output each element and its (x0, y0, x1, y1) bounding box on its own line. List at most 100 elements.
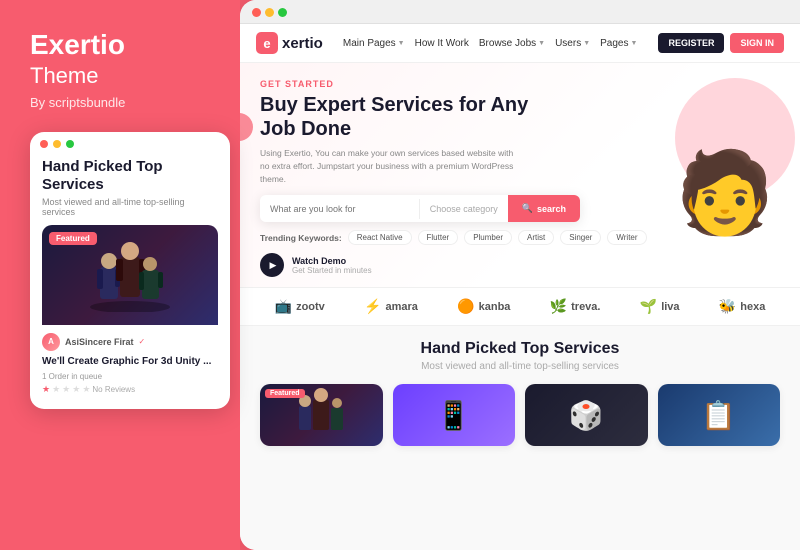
hero-person: 🧑 (660, 63, 790, 233)
cards-row: Featured 📱 (260, 384, 780, 446)
card-meta: 1 Order in queue (42, 372, 218, 381)
service-card-3[interactable]: 🎲 (525, 384, 648, 446)
person-figure: 🧑 (675, 153, 775, 233)
browser-dot-red (252, 8, 261, 17)
site-logo: e xertio (256, 32, 323, 54)
section-title: Hand Picked Top Services (260, 340, 780, 358)
seller-avatar: A (42, 333, 60, 351)
brand-title: Exertio Theme By scriptsbundle (30, 30, 220, 110)
trending-tag-artist[interactable]: Artist (518, 230, 554, 245)
mockup-card-info: A AsiSincere Firat ✓ We'll Create Graphi… (42, 325, 218, 399)
star-1: ★ (42, 384, 50, 395)
trending-tag-flutter[interactable]: Flutter (418, 230, 459, 245)
card-emoji-2: 📱 (436, 399, 471, 432)
card-image-4: 📋 (658, 384, 781, 446)
characters-svg (85, 237, 175, 312)
website-content: e xertio Main Pages ▼ How It Work Browse… (240, 24, 800, 550)
service-card-2[interactable]: 📱 (393, 384, 516, 446)
card-featured-badge-1: Featured (265, 389, 305, 398)
chevron-down-icon: ▼ (583, 40, 590, 47)
nav-link-how-it-work[interactable]: How It Work (415, 38, 469, 49)
nav-actions: REGISTER SIGN IN (658, 33, 784, 53)
hexa-icon: 🐝 (719, 298, 736, 315)
site-nav: e xertio Main Pages ▼ How It Work Browse… (240, 24, 800, 63)
card-image-2: 📱 (393, 384, 516, 446)
partner-treva: 🌿 treva. (550, 298, 601, 315)
hero-desc: Using Exertio, You can make your own ser… (260, 147, 520, 185)
hero-section: GET STARTED Buy Expert Services for Any … (240, 63, 800, 287)
category-selector[interactable]: Choose category (420, 196, 508, 222)
partner-zootv: 📺 zootv (275, 298, 325, 315)
verified-icon: ✓ (139, 337, 146, 346)
dot-yellow (53, 140, 61, 148)
mobile-mockup: Hand Picked Top Services Most viewed and… (30, 132, 230, 409)
partner-amara: ⚡ amara (364, 298, 418, 315)
chevron-down-icon: ▼ (398, 40, 405, 47)
watch-demo[interactable]: ▶ Watch Demo Get Started in minutes (260, 253, 780, 277)
trending-tag-writer[interactable]: Writer (607, 230, 646, 245)
logo-icon: e (256, 32, 278, 54)
watch-demo-text: Watch Demo Get Started in minutes (292, 256, 372, 275)
nav-link-main-pages[interactable]: Main Pages ▼ (343, 38, 405, 49)
amara-icon: ⚡ (364, 298, 381, 315)
nav-link-browse-jobs[interactable]: Browse Jobs ▼ (479, 38, 545, 49)
trending-tag-singer[interactable]: Singer (560, 230, 601, 245)
partner-hexa: 🐝 hexa (719, 298, 766, 315)
star-4: ★ (72, 384, 80, 395)
mockup-content: Hand Picked Top Services Most viewed and… (30, 152, 230, 409)
mockup-dots (30, 132, 230, 152)
trending-tag-plumber[interactable]: Plumber (464, 230, 512, 245)
mockup-card: Featured (42, 225, 218, 399)
seller-row: A AsiSincere Firat ✓ (42, 333, 218, 351)
seller-name: AsiSincere Firat (65, 337, 134, 347)
trending-label: Trending Keywords: (260, 233, 342, 243)
search-bar: Choose category 🔍 search (260, 195, 580, 222)
card-emoji-3: 🎲 (569, 399, 604, 432)
chevron-down-icon: ▼ (538, 40, 545, 47)
search-button[interactable]: 🔍 search (508, 195, 580, 222)
star-3: ★ (62, 384, 70, 395)
hero-title: Buy Expert Services for Any Job Done (260, 93, 540, 141)
star-5: ★ (82, 384, 90, 395)
left-panel: Exertio Theme By scriptsbundle Hand Pick… (0, 0, 240, 550)
play-icon: ▶ (270, 260, 277, 271)
nav-links: Main Pages ▼ How It Work Browse Jobs ▼ U… (343, 38, 647, 49)
trending-tag-react[interactable]: React Native (348, 230, 412, 245)
nav-link-users[interactable]: Users ▼ (555, 38, 590, 49)
partner-kanba: 🟠 kanba (457, 298, 510, 315)
reviews-text: No Reviews (92, 385, 135, 394)
browser-dot-yellow (265, 8, 274, 17)
dot-red (40, 140, 48, 148)
service-card-4[interactable]: 📋 (658, 384, 781, 446)
treva-icon: 🌿 (550, 298, 567, 315)
hand-picked-section: Hand Picked Top Services Most viewed and… (240, 326, 800, 550)
chevron-down-icon: ▼ (631, 40, 638, 47)
kanba-icon: 🟠 (457, 298, 474, 315)
star-2: ★ (52, 384, 60, 395)
partners-section: 📺 zootv ⚡ amara 🟠 kanba 🌿 treva. 🌱 liva … (240, 287, 800, 326)
stars-row: ★ ★ ★ ★ ★ No Reviews (42, 384, 218, 395)
play-button[interactable]: ▶ (260, 253, 284, 277)
partner-liva: 🌱 liva (640, 298, 680, 315)
search-input[interactable] (260, 196, 419, 222)
register-button[interactable]: REGISTER (658, 33, 724, 53)
logo-text: xertio (282, 35, 323, 52)
zootv-icon: 📺 (275, 298, 292, 315)
signin-button[interactable]: SIGN IN (730, 33, 784, 53)
service-card-1[interactable]: Featured (260, 384, 383, 446)
liva-icon: 🌱 (640, 298, 657, 315)
browser-dots (252, 8, 287, 17)
card-image-3: 🎲 (525, 384, 648, 446)
card-title: We'll Create Graphic For 3d Unity ... (42, 355, 218, 368)
mockup-card-image: Featured (42, 225, 218, 325)
dot-green (66, 140, 74, 148)
section-subtitle: Most viewed and all-time top-selling ser… (260, 361, 780, 372)
search-icon: 🔍 (522, 203, 533, 214)
browser-chrome (240, 0, 800, 24)
card-emoji-4: 📋 (701, 399, 736, 432)
card-image-1: Featured (260, 384, 383, 446)
mockup-heading: Hand Picked Top Services (42, 158, 218, 194)
mockup-subtext: Most viewed and all-time top-selling ser… (42, 197, 218, 217)
nav-link-pages[interactable]: Pages ▼ (600, 38, 637, 49)
featured-badge: Featured (49, 232, 97, 245)
